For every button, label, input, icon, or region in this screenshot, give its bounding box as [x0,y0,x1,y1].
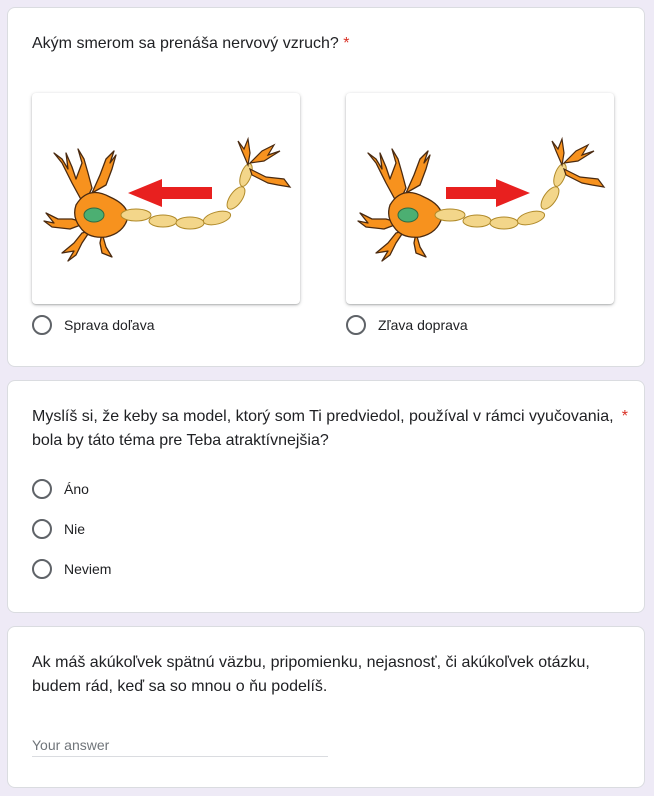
question-text-line2: budem rád, keď sa so mnou o ňu podelíš. [32,678,328,695]
option-label: Nie [64,521,86,537]
required-asterisk: * [621,408,628,425]
option-row-left-to-right[interactable]: Zľava doprava [346,315,468,335]
question-text-line2: bola by táto téma pre Teba atraktívnejši… [32,432,329,449]
radio-button[interactable] [32,559,52,579]
required-asterisk: * [343,35,350,52]
radio-button[interactable] [32,479,52,499]
option-label: Neviem [64,561,112,577]
question-card-attractiveness: Myslíš si, že keby sa model, ktorý som T… [7,380,645,613]
option-row-neviem[interactable]: Neviem [32,559,111,579]
question-text: Akým smerom sa prenáša nervový vzruch? [32,35,339,52]
option-image-right-to-left [32,93,300,304]
option-label: Sprava doľava [64,317,155,333]
option-label: Áno [64,481,89,497]
neuron-diagram-left-arrow [43,136,292,262]
question-text: Myslíš si, že keby sa model, ktorý som T… [32,408,614,425]
question-card-feedback: Ak máš akúkoľvek spätnú väzbu, pripomien… [7,626,645,788]
question-text-line1: Myslíš si, že keby sa model, ktorý som T… [32,405,628,429]
neuron-diagram-right-arrow [357,136,606,262]
question-title: Myslíš si, že keby sa model, ktorý som T… [32,405,628,453]
question-title: Akým smerom sa prenáša nervový vzruch? * [32,32,349,56]
question-card-direction: Akým smerom sa prenáša nervový vzruch? * [7,7,645,367]
question-title: Ak máš akúkoľvek spätnú väzbu, pripomien… [32,651,622,699]
answer-input[interactable] [32,734,328,757]
question-text-line1: Ak máš akúkoľvek spätnú väzbu, pripomien… [32,654,590,671]
option-row-ano[interactable]: Áno [32,479,89,499]
option-row-right-to-left[interactable]: Sprava doľava [32,315,154,335]
radio-button[interactable] [32,315,52,335]
option-row-nie[interactable]: Nie [32,519,85,539]
option-image-left-to-right [346,93,614,304]
radio-button[interactable] [32,519,52,539]
option-label: Zľava doprava [378,317,468,333]
radio-button[interactable] [346,315,366,335]
